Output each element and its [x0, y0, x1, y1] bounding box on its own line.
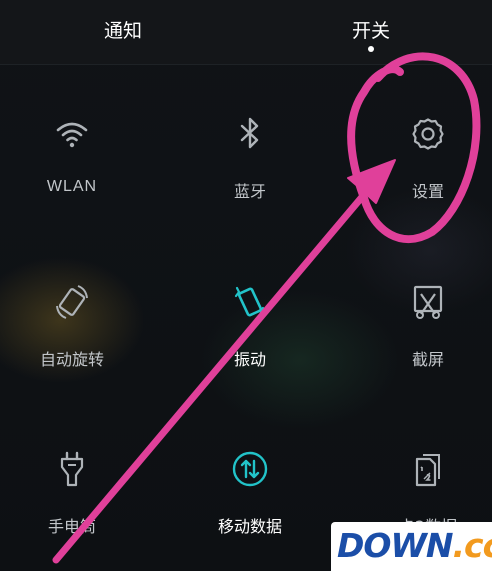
tile-vibrate[interactable]: 振动 — [185, 282, 315, 392]
tile-mobile-data[interactable]: 移动数据 — [185, 449, 315, 559]
tile-label: 手电筒 — [47, 517, 96, 536]
tab-notifications[interactable]: 通知 — [104, 16, 142, 43]
wifi-icon — [56, 122, 88, 148]
tile-wlan[interactable]: WLAN — [7, 114, 137, 224]
tile-label: WLAN — [46, 178, 98, 195]
panel-tab-bar: 通知 开关 — [0, 0, 492, 65]
site-watermark: DOWN.cc — [331, 522, 492, 571]
auto-rotate-icon — [56, 285, 88, 319]
tile-label: 自动旋转 — [39, 350, 104, 369]
tab-toggles[interactable]: 开关 — [352, 16, 390, 43]
flashlight-icon — [60, 451, 84, 487]
vibrate-icon — [234, 286, 266, 318]
gear-icon — [412, 118, 444, 150]
active-tab-indicator — [368, 46, 374, 52]
tile-label: 设置 — [411, 182, 444, 201]
watermark-logo: DOWN.cc — [337, 526, 492, 565]
tile-label: 移动数据 — [217, 517, 282, 536]
tile-bluetooth[interactable]: 蓝牙 — [185, 114, 315, 224]
bluetooth-icon — [240, 117, 259, 149]
tile-settings[interactable]: 设置 — [363, 114, 492, 224]
mobile-data-icon — [232, 451, 268, 487]
tile-flashlight[interactable]: 手电筒 — [7, 449, 137, 559]
tile-label: 振动 — [233, 350, 266, 369]
screenshot-icon — [413, 285, 443, 319]
tile-label: 蓝牙 — [233, 182, 266, 201]
tile-label: 截屏 — [411, 350, 444, 369]
watermark-tld: .cc — [452, 526, 492, 565]
sim2-data-icon — [415, 454, 440, 487]
watermark-main: DOWN — [337, 526, 453, 565]
tile-auto-rotate[interactable]: 自动旋转 — [7, 282, 137, 392]
tile-screenshot[interactable]: 截屏 — [363, 282, 492, 392]
